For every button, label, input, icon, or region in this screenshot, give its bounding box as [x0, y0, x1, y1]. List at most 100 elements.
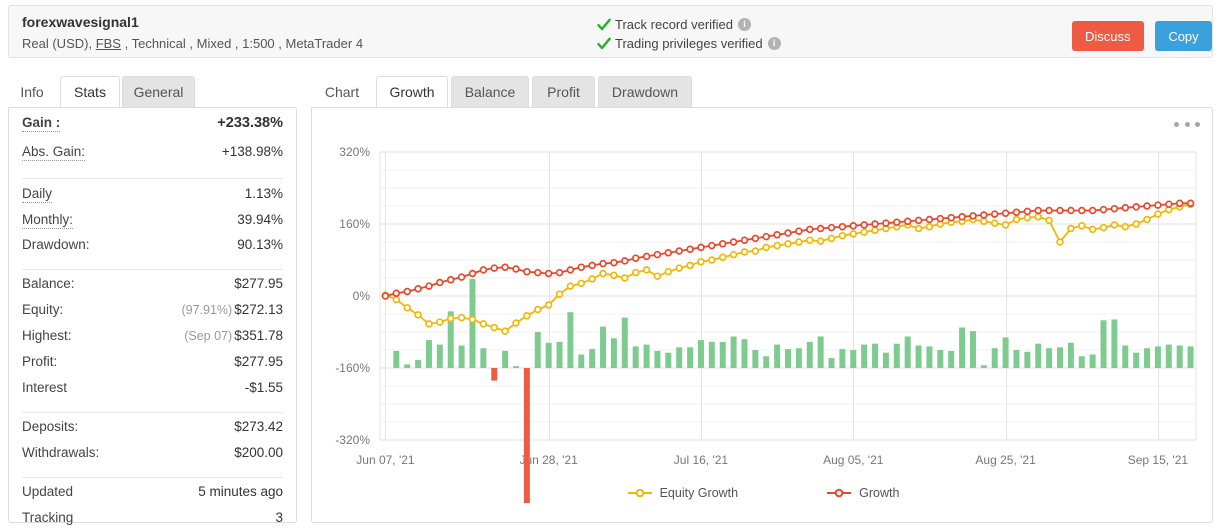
stats-body: Gain : +233.38% Abs. Gain: +138.98% Dail…	[8, 107, 297, 525]
stat-row-balance: Balance: $277.95	[22, 276, 283, 302]
check-icon	[597, 18, 611, 32]
tab-balance[interactable]: Balance	[451, 76, 529, 108]
svg-text:Aug 25, '21: Aug 25, '21	[975, 453, 1036, 467]
svg-text:Jun 07, '21: Jun 07, '21	[356, 453, 415, 467]
svg-text:-320%: -320%	[335, 433, 370, 447]
info-icon[interactable]: i	[767, 37, 781, 50]
check-icon	[597, 37, 611, 51]
legend-marker-icon	[827, 488, 852, 498]
stat-label: Interest	[22, 380, 68, 395]
legend-item-growth[interactable]: Growth	[826, 486, 899, 500]
discuss-button[interactable]: Discuss	[1072, 21, 1144, 51]
stat-value: 1.13%	[244, 186, 283, 201]
stat-label: Deposits:	[22, 419, 79, 434]
tab-drawdown[interactable]: Drawdown	[598, 76, 692, 108]
stats-group-account: Balance: $277.95 Equity: (97.91%) $272.13…	[9, 276, 296, 406]
stat-value: $200.00	[234, 445, 283, 460]
stat-row-drawdown: Drawdown: 90.13%	[22, 237, 283, 263]
verification-label: Trading privileges verified	[615, 36, 763, 51]
verification-trading-privileges: Trading privileges verified i	[597, 34, 781, 53]
stat-subvalue: (Sep 07)	[184, 329, 233, 343]
svg-text:Jul 16, '21: Jul 16, '21	[674, 453, 729, 467]
divider	[22, 178, 283, 179]
stat-value: 39.94%	[237, 212, 283, 227]
stat-value: $351.78	[234, 328, 283, 343]
stats-tab-bar: Info Stats General	[8, 76, 297, 108]
tab-stats[interactable]: Stats	[60, 76, 120, 108]
account-type: Real (USD),	[22, 36, 96, 51]
chart-legend: Equity Growth Growth	[312, 486, 1214, 500]
stat-value: 5 minutes ago	[198, 484, 283, 499]
divider	[22, 477, 283, 478]
legend-label: Growth	[859, 486, 900, 500]
legend-label: Equity Growth	[659, 486, 739, 500]
stat-value: $273.42	[234, 419, 283, 434]
stat-row-monthly: Monthly: 39.94%	[22, 211, 283, 237]
stat-row-daily: Daily 1.13%	[22, 185, 283, 211]
stat-label: Updated	[22, 484, 74, 499]
svg-text:0%: 0%	[353, 289, 371, 303]
tab-info[interactable]: Info	[8, 76, 56, 108]
stats-panel: Info Stats General Gain : +233.38% Abs. …	[8, 76, 297, 525]
verification-label: Track record verified	[615, 17, 733, 32]
stat-value: 90.13%	[237, 237, 283, 252]
tab-growth[interactable]: Growth	[376, 76, 448, 108]
stat-subvalue: (97.91%)	[181, 303, 233, 317]
legend-item-equity-growth[interactable]: Equity Growth	[627, 486, 739, 500]
verification-track-record: Track record verified i	[597, 15, 781, 34]
stat-label: Gain :	[22, 115, 61, 132]
stat-label: Monthly:	[22, 212, 74, 229]
tab-chart[interactable]: Chart	[311, 76, 373, 108]
stat-row-withdrawals: Withdrawals: $200.00	[22, 445, 283, 471]
broker-link[interactable]: FBS	[96, 36, 121, 51]
stat-value-wrap: (97.91%) $272.13	[181, 302, 283, 317]
app-root: forexwavesignal1 Real (USD), FBS , Techn…	[0, 0, 1221, 531]
svg-text:-160%: -160%	[335, 361, 370, 375]
stat-label: Drawdown:	[22, 237, 90, 252]
stat-row-deposits: Deposits: $273.42	[22, 419, 283, 445]
account-header: forexwavesignal1 Real (USD), FBS , Techn…	[8, 5, 1213, 58]
stat-row-highest: Highest: (Sep 07) $351.78	[22, 328, 283, 354]
stat-value: 3	[275, 510, 283, 525]
svg-text:Sep 15, '21: Sep 15, '21	[1128, 453, 1189, 467]
stats-group-performance: Daily 1.13% Monthly: 39.94% Drawdown: 90…	[9, 185, 296, 263]
stat-label: Highest:	[22, 328, 72, 343]
chart-body: 320% 160% 0% -160% -320% Jun 07, '21 Jun 28, '…	[311, 107, 1213, 523]
divider	[22, 412, 283, 413]
stat-value: -$1.55	[244, 380, 283, 395]
growth-chart-svg: 320%160%0%-160%-320%Jun 07, '21 Jun 28, '…	[335, 145, 1197, 503]
ellipsis-icon[interactable]	[1174, 117, 1200, 131]
stat-value: +233.38%	[217, 115, 283, 131]
tab-profit[interactable]: Profit	[532, 76, 595, 108]
svg-text:Aug 05, '21: Aug 05, '21	[823, 453, 884, 467]
stats-group-funds: Deposits: $273.42 Withdrawals: $200.00	[9, 419, 296, 471]
svg-text:160%: 160%	[339, 217, 370, 231]
info-icon[interactable]: i	[738, 18, 751, 31]
stat-label: Withdrawals:	[22, 445, 100, 460]
account-meta: Real (USD), FBS , Technical , Mixed , 1:…	[22, 36, 363, 51]
stat-label: Equity:	[22, 302, 64, 317]
stat-label: Tracking	[22, 510, 74, 525]
stats-group-meta: Updated 5 minutes ago Tracking 3	[9, 484, 296, 531]
stat-label: Balance:	[22, 276, 75, 291]
copy-button[interactable]: Copy	[1155, 21, 1212, 51]
chart-tab-bar: Chart Growth Balance Profit Drawdown	[311, 76, 1213, 108]
stat-value: $272.13	[234, 302, 283, 317]
stat-row-interest: Interest -$1.55	[22, 380, 283, 406]
stat-row-tracking: Tracking 3	[22, 510, 283, 531]
stat-row-equity: Equity: (97.91%) $272.13	[22, 302, 283, 328]
stat-label: Abs. Gain:	[22, 144, 86, 161]
growth-chart: 320% 160% 0% -160% -320% Jun 07, '21 Jun 28, '…	[312, 144, 1214, 524]
stat-value: +138.98%	[221, 144, 283, 159]
stats-group-gain: Gain : +233.38% Abs. Gain: +138.98%	[9, 108, 296, 172]
account-meta-rest: , Technical , Mixed , 1:500 , MetaTrader…	[120, 36, 364, 51]
stat-row-gain: Gain : +233.38%	[22, 114, 283, 143]
stat-row-profit: Profit: $277.95	[22, 354, 283, 380]
divider	[22, 269, 283, 270]
stat-value-wrap: (Sep 07) $351.78	[184, 328, 283, 343]
verification-list: Track record verified i Trading privileg…	[597, 15, 781, 53]
chart-panel: Chart Growth Balance Profit Drawdown 320…	[311, 76, 1213, 523]
legend-marker-icon	[627, 488, 652, 498]
stat-row-updated: Updated 5 minutes ago	[22, 484, 283, 510]
tab-general[interactable]: General	[122, 76, 195, 108]
